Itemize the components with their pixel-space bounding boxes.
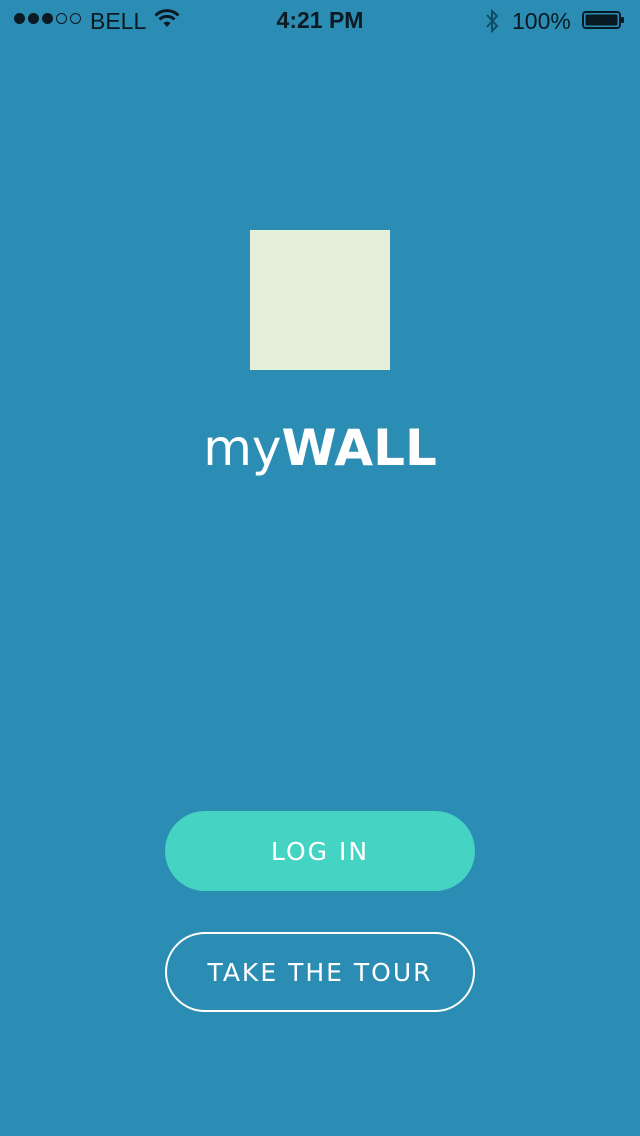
bluetooth-icon xyxy=(486,8,499,34)
status-bar: BELL 4:21 PM 100% xyxy=(0,0,640,40)
login-button-label: LOG IN xyxy=(270,836,370,866)
app-name: myWALL xyxy=(0,418,640,478)
battery-percent: 100% xyxy=(512,8,571,34)
take-tour-button-label: TAKE THE TOUR xyxy=(207,957,433,987)
take-tour-button[interactable]: TAKE THE TOUR xyxy=(165,932,475,1012)
app-name-prefix: my xyxy=(203,419,282,477)
app-name-main: WALL xyxy=(281,419,437,477)
battery-icon xyxy=(582,11,624,29)
app-logo xyxy=(250,230,390,370)
login-button[interactable]: LOG IN xyxy=(165,811,475,891)
